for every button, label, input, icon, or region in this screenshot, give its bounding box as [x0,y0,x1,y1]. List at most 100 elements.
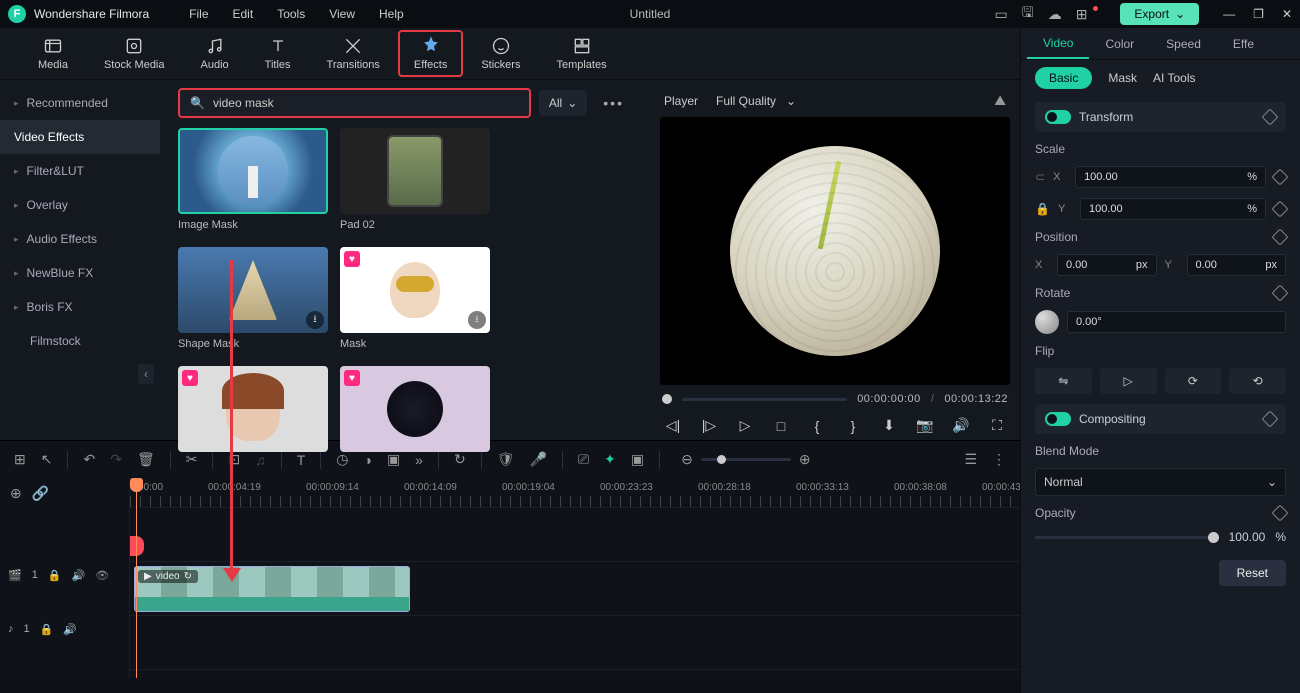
sidebar-item-filmstock[interactable]: Filmstock [0,324,160,358]
adjust-icon[interactable]: ▣ [387,451,400,468]
sidebar-collapse-button[interactable]: ‹ [138,364,154,384]
marker-icon[interactable]: ⬇ [878,417,900,434]
sidebar-item-filter-lut[interactable]: ▸Filter&LUT [0,154,160,188]
menu-help[interactable]: Help [379,7,404,21]
lock-icon[interactable]: 🔒 [40,623,54,636]
link-icon[interactable]: 🔗 [32,485,49,502]
effect-item-shape-mask[interactable]: ⭳ Shape Mask [178,247,328,350]
speed-icon[interactable]: ◷ [336,451,348,468]
maximize-button[interactable]: ❐ [1253,7,1264,21]
tab-stickers[interactable]: Stickers [463,36,538,71]
sidebar-item-newblue[interactable]: ▸NewBlue FX [0,256,160,290]
mute-icon[interactable]: 🔊 [63,623,77,636]
snapshot-icon[interactable]: ⛰ [994,92,1006,109]
step-back-icon[interactable]: |▷ [698,417,720,434]
inspector-tab-speed[interactable]: Speed [1150,30,1217,58]
music-icon[interactable]: ♫ [255,452,266,468]
keyframe-icon[interactable] [1262,109,1279,126]
pos-y-input[interactable]: 0.00px [1187,254,1287,276]
tab-titles[interactable]: Titles [247,36,309,71]
flip-vertical-button[interactable]: ▷ [1100,368,1157,394]
mic-icon[interactable]: 🎤 [529,451,546,468]
tab-audio[interactable]: Audio [183,36,247,71]
rotate-ccw-button[interactable]: ⟲ [1229,368,1286,394]
video-clip[interactable]: ▶video↻ [134,566,410,612]
search-input-container[interactable]: 🔍 [178,88,531,118]
color-icon[interactable]: ◑ [363,452,371,468]
apps-icon[interactable]: ⊞ [1076,6,1088,23]
download-icon[interactable]: ⭳ [306,311,324,329]
render-icon[interactable]: ↻ [454,451,466,468]
crop-icon[interactable]: ⊡ [228,451,240,468]
effect-item-pad-02[interactable]: Pad 02 [340,128,490,231]
link-scale-icon[interactable]: ⊂ [1035,170,1045,184]
tab-effects[interactable]: Effects [398,30,463,77]
sidebar-item-video-effects[interactable]: Video Effects [0,120,160,154]
subtab-mask[interactable]: Mask [1108,71,1137,85]
scale-x-input[interactable]: 100.00% [1075,166,1266,188]
search-input[interactable] [213,96,519,110]
sidebar-item-overlay[interactable]: ▸Overlay [0,188,160,222]
sidebar-item-boris[interactable]: ▸Boris FX [0,290,160,324]
mark-in-icon[interactable]: { [806,418,828,434]
pointer-icon[interactable]: ↖ [41,451,53,468]
redo-icon[interactable]: ↷ [110,451,122,468]
playhead[interactable] [136,478,137,678]
effect-item-6[interactable]: ♥ [340,366,490,452]
split-icon[interactable]: ✂ [186,451,198,468]
stop-icon[interactable]: □ [770,418,792,434]
close-button[interactable]: ✕ [1282,7,1292,21]
inspector-tab-effects[interactable]: Effe [1217,30,1270,58]
mixer-icon[interactable]: ⎚ [578,451,589,468]
save-icon[interactable]: 🖫 [1022,2,1034,26]
rotate-cw-button[interactable]: ⟳ [1165,368,1222,394]
volume-icon[interactable]: 🔊 [950,417,972,434]
pos-x-input[interactable]: 0.00px [1057,254,1157,276]
keyframe-icon[interactable] [1272,285,1289,302]
effect-item-mask[interactable]: ♥⭳ Mask [340,247,490,350]
more-menu[interactable]: ••• [595,91,632,115]
effect-item-5[interactable]: ♥ [178,366,328,452]
lock-icon[interactable]: 🔒 [48,569,62,582]
player-viewport[interactable] [660,117,1010,385]
export-button[interactable]: Export⌄ [1120,3,1199,25]
inspector-tab-color[interactable]: Color [1089,30,1150,58]
opacity-slider[interactable] [1035,536,1219,539]
ai-icon[interactable]: ✦ [604,451,616,468]
subtab-basic[interactable]: Basic [1035,67,1092,89]
video-track-header[interactable]: 🎬1 🔒 🔊 👁 [0,548,129,602]
effect-item-image-mask[interactable]: Image Mask [178,128,328,231]
camera-icon[interactable]: 📷 [914,417,936,434]
tab-stock-media[interactable]: Stock Media [86,36,183,71]
transform-section-header[interactable]: Transform [1035,102,1286,132]
sidebar-item-audio-effects[interactable]: ▸Audio Effects [0,222,160,256]
timeline-view-icon[interactable]: ☰ [964,451,977,468]
scrub-track[interactable] [682,398,847,401]
add-track-icon[interactable]: ⊕ [10,485,22,502]
menu-file[interactable]: File [189,7,208,21]
lock-scale-icon[interactable]: 🔒 [1035,202,1050,216]
fullscreen-icon[interactable]: ⛶ [986,417,1008,434]
keyframe-icon[interactable] [1262,411,1279,428]
play-icon[interactable]: ▷ [734,417,756,434]
video-track-lane[interactable]: ▶video↻ [130,562,1020,616]
cloud-icon[interactable]: ☁ [1048,6,1062,23]
reset-button[interactable]: Reset [1219,560,1286,586]
download-icon[interactable]: ⭳ [468,311,486,329]
voiceover-icon[interactable]: 🛡 [497,451,515,468]
zoom-out-icon[interactable]: ⊖ [681,451,693,468]
menu-tools[interactable]: Tools [277,7,305,21]
rotate-input[interactable]: 0.00° [1067,311,1286,333]
keyframe-icon[interactable] [1272,201,1289,218]
audio-track-lane[interactable] [130,616,1020,670]
flip-horizontal-button[interactable]: ⇋ [1035,368,1092,394]
keyframe-icon[interactable] [1272,505,1289,522]
quality-dropdown[interactable]: Full Quality⌄ [716,94,796,108]
minimize-button[interactable]: — [1223,7,1235,21]
menu-edit[interactable]: Edit [233,7,254,21]
subtab-ai-tools[interactable]: AI Tools [1153,71,1195,85]
timeline-body[interactable]: 00:00 00:00:04:19 00:00:09:14 00:00:14:0… [130,478,1020,678]
delete-icon[interactable]: 🗑 [137,451,155,468]
zoom-in-icon[interactable]: ⊕ [799,451,811,468]
undo-icon[interactable]: ↶ [83,451,95,468]
